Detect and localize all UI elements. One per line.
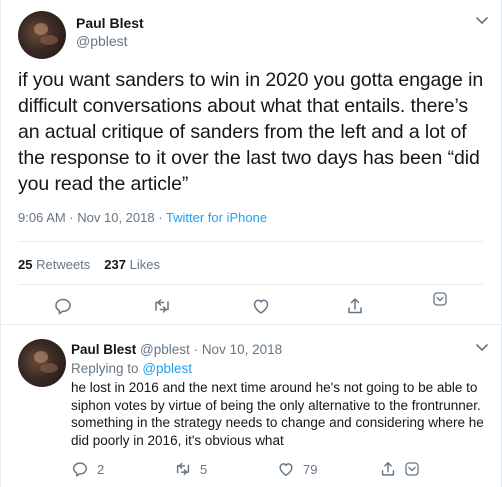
reply-actions: 2 5 79 bbox=[71, 460, 491, 480]
tip-button[interactable] bbox=[433, 292, 447, 306]
likes-stat[interactable]: 237 Likes bbox=[104, 257, 160, 272]
share-icon bbox=[381, 461, 395, 476]
likes-label: Likes bbox=[129, 257, 160, 272]
retweet-icon bbox=[176, 462, 190, 476]
author-name[interactable]: Paul Blest bbox=[71, 342, 136, 357]
likes-count: 237 bbox=[104, 257, 126, 272]
author-name[interactable]: Paul Blest bbox=[76, 15, 144, 31]
divider bbox=[18, 284, 484, 285]
reply-count: 2 bbox=[97, 461, 105, 477]
tweet-timestamp[interactable]: 9:06 AM · Nov 10, 2018 · bbox=[18, 210, 166, 225]
retweet-button[interactable] bbox=[152, 296, 172, 316]
tweet-thread: Paul Blest @pblest if you want sanders t… bbox=[0, 0, 502, 487]
share-button[interactable] bbox=[345, 296, 365, 316]
reply-button[interactable]: 2 bbox=[71, 460, 104, 478]
retweet-count: 5 bbox=[200, 461, 208, 477]
main-tweet: Paul Blest @pblest if you want sanders t… bbox=[1, 0, 501, 325]
author-handle[interactable]: @pblest bbox=[140, 342, 190, 357]
tweet-text: if you want sanders to win in 2020 you g… bbox=[18, 69, 484, 195]
reply-tweet[interactable]: Paul Blest @pblest · Nov 10, 2018 Replyi… bbox=[1, 326, 501, 487]
chevron-down-icon[interactable] bbox=[475, 16, 489, 26]
chevron-down-icon[interactable] bbox=[405, 462, 419, 476]
author-handle[interactable]: @pblest bbox=[76, 33, 128, 49]
reply-icon bbox=[55, 298, 71, 315]
tweet-source[interactable]: Twitter for iPhone bbox=[166, 210, 267, 225]
reply-text: he lost in 2016 and the next time around… bbox=[71, 380, 484, 448]
tweet-stats: 25 Retweets 237 Likes bbox=[18, 257, 160, 272]
chevron-down-icon bbox=[433, 292, 447, 306]
reply-header: Paul Blest @pblest · Nov 10, 2018 bbox=[71, 342, 282, 357]
retweets-label: Retweets bbox=[36, 257, 91, 272]
like-button[interactable]: 79 bbox=[277, 460, 317, 478]
retweet-button[interactable]: 5 bbox=[174, 460, 207, 478]
like-icon bbox=[253, 299, 269, 314]
divider bbox=[18, 241, 484, 242]
reply-date[interactable]: Nov 10, 2018 bbox=[202, 342, 282, 357]
like-count: 79 bbox=[303, 461, 318, 477]
avatar[interactable] bbox=[18, 11, 66, 59]
retweets-count: 25 bbox=[18, 257, 33, 272]
replying-to: Replying to @pblest bbox=[71, 361, 192, 376]
tweet-meta: 9:06 AM · Nov 10, 2018 · Twitter for iPh… bbox=[18, 210, 267, 225]
avatar[interactable] bbox=[18, 339, 66, 387]
reply-icon bbox=[72, 462, 88, 477]
separator: · bbox=[193, 342, 199, 357]
like-button[interactable] bbox=[251, 296, 271, 316]
replying-to-label: Replying to bbox=[71, 361, 139, 376]
replying-to-mention[interactable]: @pblest bbox=[142, 361, 192, 376]
like-icon bbox=[279, 463, 293, 477]
share-button[interactable] bbox=[379, 460, 419, 478]
chevron-down-icon[interactable] bbox=[475, 343, 489, 353]
reply-button[interactable] bbox=[53, 296, 73, 316]
retweet-icon bbox=[155, 299, 169, 313]
retweets-stat[interactable]: 25 Retweets bbox=[18, 257, 90, 272]
share-icon bbox=[348, 298, 362, 314]
